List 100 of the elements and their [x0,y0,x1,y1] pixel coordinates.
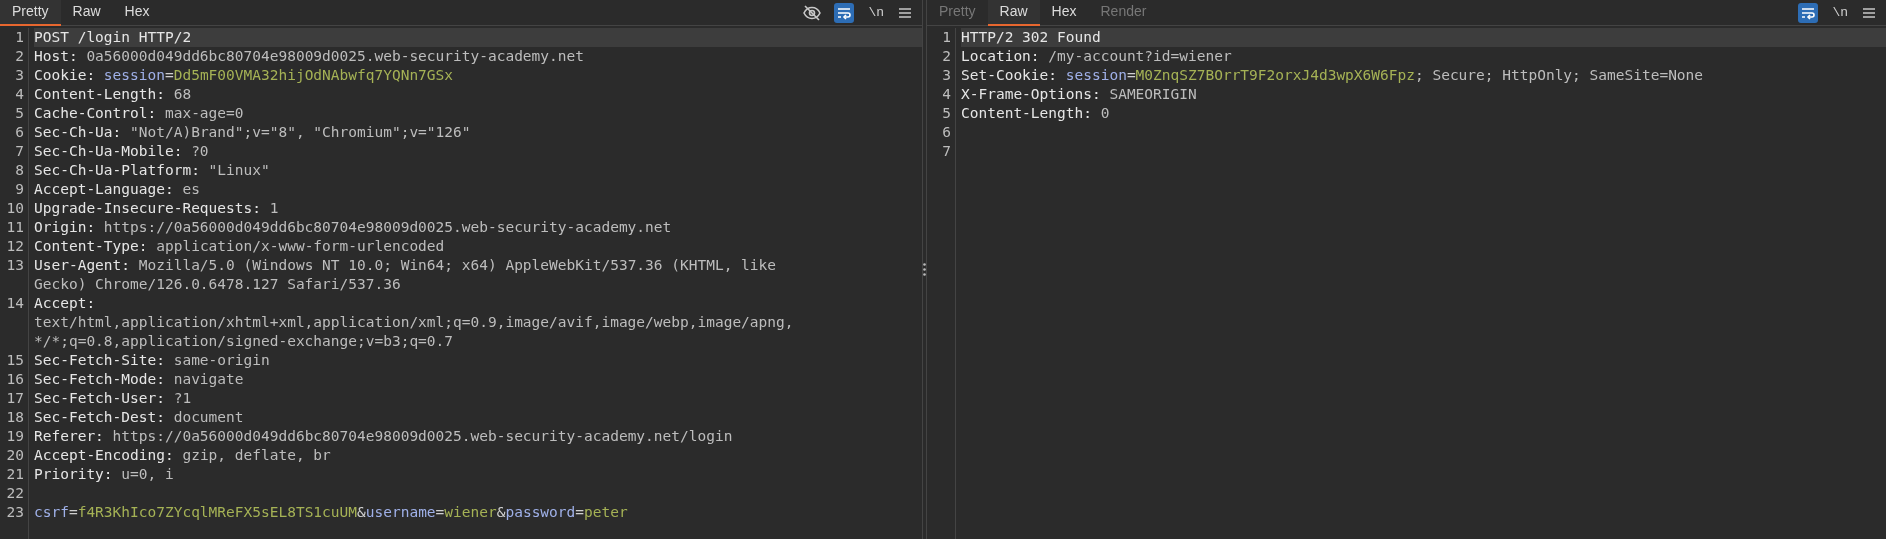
drag-handle-icon[interactable] [923,263,926,276]
line-number: 22 [6,485,24,501]
param-value: M0ZnqSZ7BOrrT9F2orxJ4d3wpX6W6Fpz [1135,66,1415,85]
line-number: 8 [15,162,24,178]
param-name: csrf [34,503,69,522]
param-value: peter [584,503,628,522]
line-number: 9 [15,181,24,197]
line-number: 10 [6,200,24,216]
header-name: Sec-Ch-Ua-Mobile: [34,142,183,161]
header-name: Content-Type: [34,237,148,256]
header-name: Cache-Control: [34,104,157,123]
code-text: POST /login HTTP/2 [34,28,192,47]
header-name: Sec-Fetch-User: [34,389,165,408]
header-value: es [181,180,200,199]
line-number: 1 [942,29,951,45]
header-value: same-origin [172,351,270,370]
header-value: gzip, deflate, br [181,446,331,465]
wrap-icon[interactable] [1798,2,1819,23]
line-number: 15 [6,352,24,368]
header-value: Mozilla/5.0 (Windows NT 10.0; Win64; x64) AppleWebKit/537.36 (KHTML, like [137,256,777,275]
header-name: Referer: [34,427,104,446]
separator: & [496,503,506,522]
line-number: 19 [6,428,24,444]
header-value: https://0a56000d049dd6bc80704e98009d0025.web-security-academy.net [102,218,672,237]
code-text: HTTP/2 302 Found [961,28,1101,47]
header-name: Accept-Language: [34,180,174,199]
param-name: session [102,66,165,85]
header-name: Sec-Ch-Ua: [34,123,122,142]
header-value: 68 [172,85,192,104]
line-number: 4 [942,86,951,102]
header-value: SAMEORIGIN [1108,85,1197,104]
separator: = [68,503,78,522]
header-value: Gecko) Chrome/126.0.6478.127 Safari/537.36 [34,275,401,294]
line-number: 2 [942,48,951,64]
header-value: max-age=0 [163,104,244,123]
separator: & [357,503,366,522]
header-value: "Linux" [207,161,270,180]
header-name: Sec-Ch-Ua-Platform: [34,161,200,180]
param-name: username [365,503,436,522]
header-name: Host: [34,47,78,66]
view-tab[interactable]: Pretty [0,0,61,26]
header-name: Priority: [34,465,113,484]
line-number: 4 [15,86,24,102]
menu-icon[interactable] [898,5,912,20]
header-value: ?0 [190,142,209,161]
line-number: 7 [942,143,951,159]
header-name: Location: [961,47,1040,66]
param-name: session [1064,66,1127,85]
param-name: password [505,503,576,522]
line-number: 16 [6,371,24,387]
header-name: Origin: [34,218,96,237]
newline-toggle[interactable]: \n [866,2,886,23]
header-value: ?1 [172,389,192,408]
line-number: 5 [15,105,24,121]
header-name: Cookie: [34,66,96,85]
header-value: 0 [1099,104,1110,123]
line-number: 3 [15,67,24,83]
param-value: f4R3KhIco7ZYcqlMReFX5sEL8TS1cuUM [77,503,357,522]
line-number: 5 [942,105,951,121]
param-value: Dd5mF00VMA32hijOdNAbwfq7YQNn7GSx [173,66,454,85]
line-number: 6 [15,124,24,140]
wrap-icon[interactable] [834,2,855,23]
line-number: 21 [6,466,24,482]
line-number: 13 [6,257,24,273]
header-value: 0a56000d049dd6bc80704e98009d0025.web-security-academy.net [85,47,584,66]
header-name: User-Agent: [34,256,131,275]
line-number: 18 [6,409,24,425]
separator: = [1126,66,1136,85]
line-number: 20 [6,447,24,463]
hidden-eye-icon[interactable] [802,2,823,23]
line-number: 12 [6,238,24,254]
header-value: https://0a56000d049dd6bc80704e98009d0025.web-security-academy.net/login [111,427,733,446]
header-name: Sec-Fetch-Dest: [34,408,165,427]
header-value: 1 [268,199,279,218]
header-name: Set-Cookie: [961,66,1058,85]
line-number: 11 [6,219,24,235]
header-value: */*;q=0.8,application/signed-exchange;v=b3;q=0.7 [34,332,454,351]
newline-toggle[interactable]: \n [1830,2,1850,23]
menu-icon[interactable] [1862,5,1876,20]
header-value: application/x-www-form-urlencoded [155,237,445,256]
view-tab[interactable]: Raw [60,0,113,26]
line-number: 7 [15,143,24,159]
separator: = [435,503,445,522]
line-number: 1 [15,29,24,45]
view-tab[interactable]: Raw [987,0,1040,26]
separator: = [575,503,585,522]
header-name: Accept: [34,294,96,313]
line-number: 3 [942,67,951,83]
param-value: wiener [444,503,497,522]
header-value: document [172,408,244,427]
header-name: Sec-Fetch-Site: [34,351,165,370]
header-value: text/html,application/xhtml+xml,application/xml;q=0.9,image/avif,image/webp,image/apng, [34,313,794,332]
line-number: 6 [942,124,951,140]
view-tab[interactable]: Hex [112,0,162,26]
view-tab[interactable]: Hex [1039,0,1089,26]
header-name: Sec-Fetch-Mode: [34,370,165,389]
line-number: 2 [15,48,24,64]
header-value: /my-account?id=wiener [1047,47,1232,66]
header-name: Accept-Encoding: [34,446,174,465]
header-name: Content-Length: [34,85,165,104]
